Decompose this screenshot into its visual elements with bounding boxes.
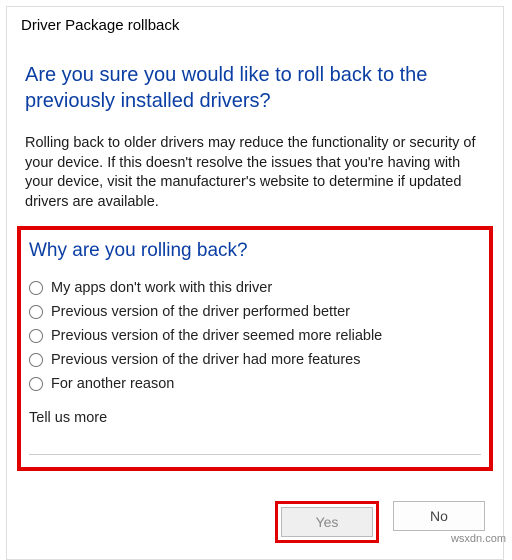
reason-heading: Why are you rolling back? <box>29 238 481 276</box>
reason-radio-performance[interactable] <box>29 305 43 319</box>
reason-option-performance[interactable]: Previous version of the driver performed… <box>29 300 481 324</box>
reason-radio-other[interactable] <box>29 377 43 391</box>
driver-rollback-dialog: Driver Package rollback Are you sure you… <box>6 6 504 560</box>
reason-radio-reliable[interactable] <box>29 329 43 343</box>
confirmation-heading: Are you sure you would like to roll back… <box>7 40 503 120</box>
reason-label: For another reason <box>51 376 174 392</box>
reason-label: Previous version of the driver performed… <box>51 304 350 320</box>
reason-label: Previous version of the driver had more … <box>51 352 360 368</box>
reason-radio-features[interactable] <box>29 353 43 367</box>
watermark-text: wsxdn.com <box>451 533 506 545</box>
reason-radio-apps[interactable] <box>29 281 43 295</box>
yes-highlight: Yes <box>275 501 379 543</box>
tell-us-more-input[interactable] <box>29 430 481 455</box>
reason-section: Why are you rolling back? My apps don't … <box>17 226 493 471</box>
no-button[interactable]: No <box>393 501 485 531</box>
tell-us-more-label: Tell us more <box>29 410 481 426</box>
reason-option-apps[interactable]: My apps don't work with this driver <box>29 276 481 300</box>
dialog-title: Driver Package rollback <box>7 7 503 40</box>
description-text: Rolling back to older drivers may reduce… <box>7 120 503 218</box>
reason-label: My apps don't work with this driver <box>51 280 272 296</box>
reason-option-features[interactable]: Previous version of the driver had more … <box>29 348 481 372</box>
button-row: Yes No <box>7 479 503 547</box>
yes-button[interactable]: Yes <box>281 507 373 537</box>
reason-option-other[interactable]: For another reason <box>29 372 481 396</box>
reason-label: Previous version of the driver seemed mo… <box>51 328 382 344</box>
reason-option-reliable[interactable]: Previous version of the driver seemed mo… <box>29 324 481 348</box>
